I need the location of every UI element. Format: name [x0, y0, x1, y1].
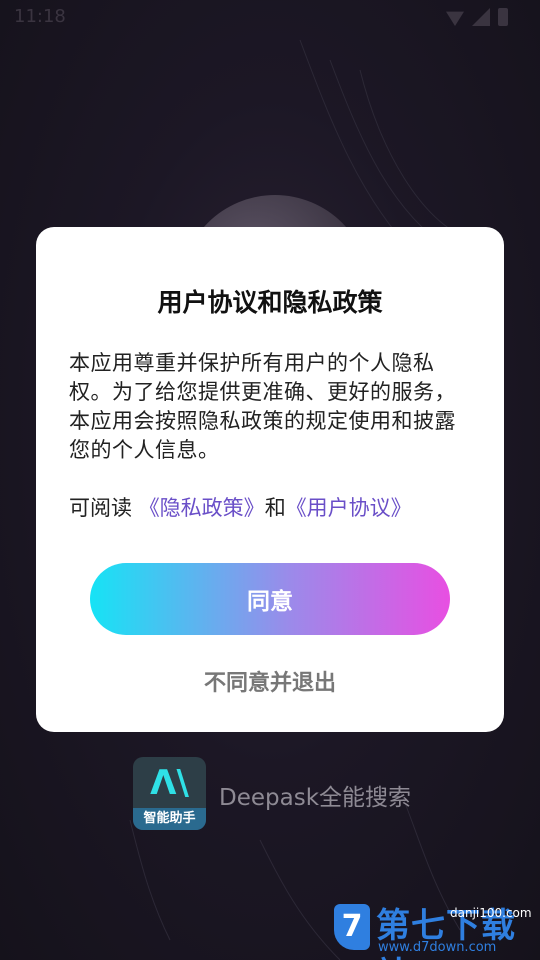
signal-icon: [472, 8, 490, 26]
privacy-policy-link[interactable]: 《隐私政策》: [139, 496, 265, 520]
watermark-subtitle: danji100.com: [450, 906, 532, 920]
app-logo-label: 智能助手: [133, 808, 206, 830]
app-logo-icon: Λ\: [150, 763, 189, 803]
battery-icon: [498, 8, 508, 26]
wifi-icon: [446, 11, 464, 26]
user-agreement-link[interactable]: 《用户协议》: [286, 496, 412, 520]
status-icons: [446, 8, 508, 26]
decline-exit-button[interactable]: 不同意并退出: [170, 663, 370, 699]
read-prefix: 可阅读: [69, 496, 132, 520]
dialog-body-text: 本应用尊重并保护所有用户的个人隐私权。为了给您提供更准确、更好的服务，本应用会按…: [69, 351, 456, 462]
agree-button[interactable]: 同意: [90, 563, 450, 635]
app-name: Deepask全能搜索: [219, 785, 412, 811]
watermark: 7 第七下载站 danji100.com www.d7down.com: [334, 898, 534, 960]
status-bar: 11:18: [0, 0, 540, 36]
privacy-dialog: 用户协议和隐私政策 本应用尊重并保护所有用户的个人隐私权。为了给您提供更准确、更…: [36, 227, 504, 732]
watermark-logo-icon: 7: [334, 904, 370, 950]
watermark-url: www.d7down.com: [378, 940, 497, 955]
and-text: 和: [264, 496, 286, 520]
app-logo: Λ\ 智能助手: [133, 757, 206, 830]
status-time: 11:18: [14, 6, 66, 27]
read-links-line: 可阅读 《隐私政策》和《用户协议》: [69, 492, 479, 522]
dialog-title: 用户协议和隐私政策: [157, 288, 383, 317]
